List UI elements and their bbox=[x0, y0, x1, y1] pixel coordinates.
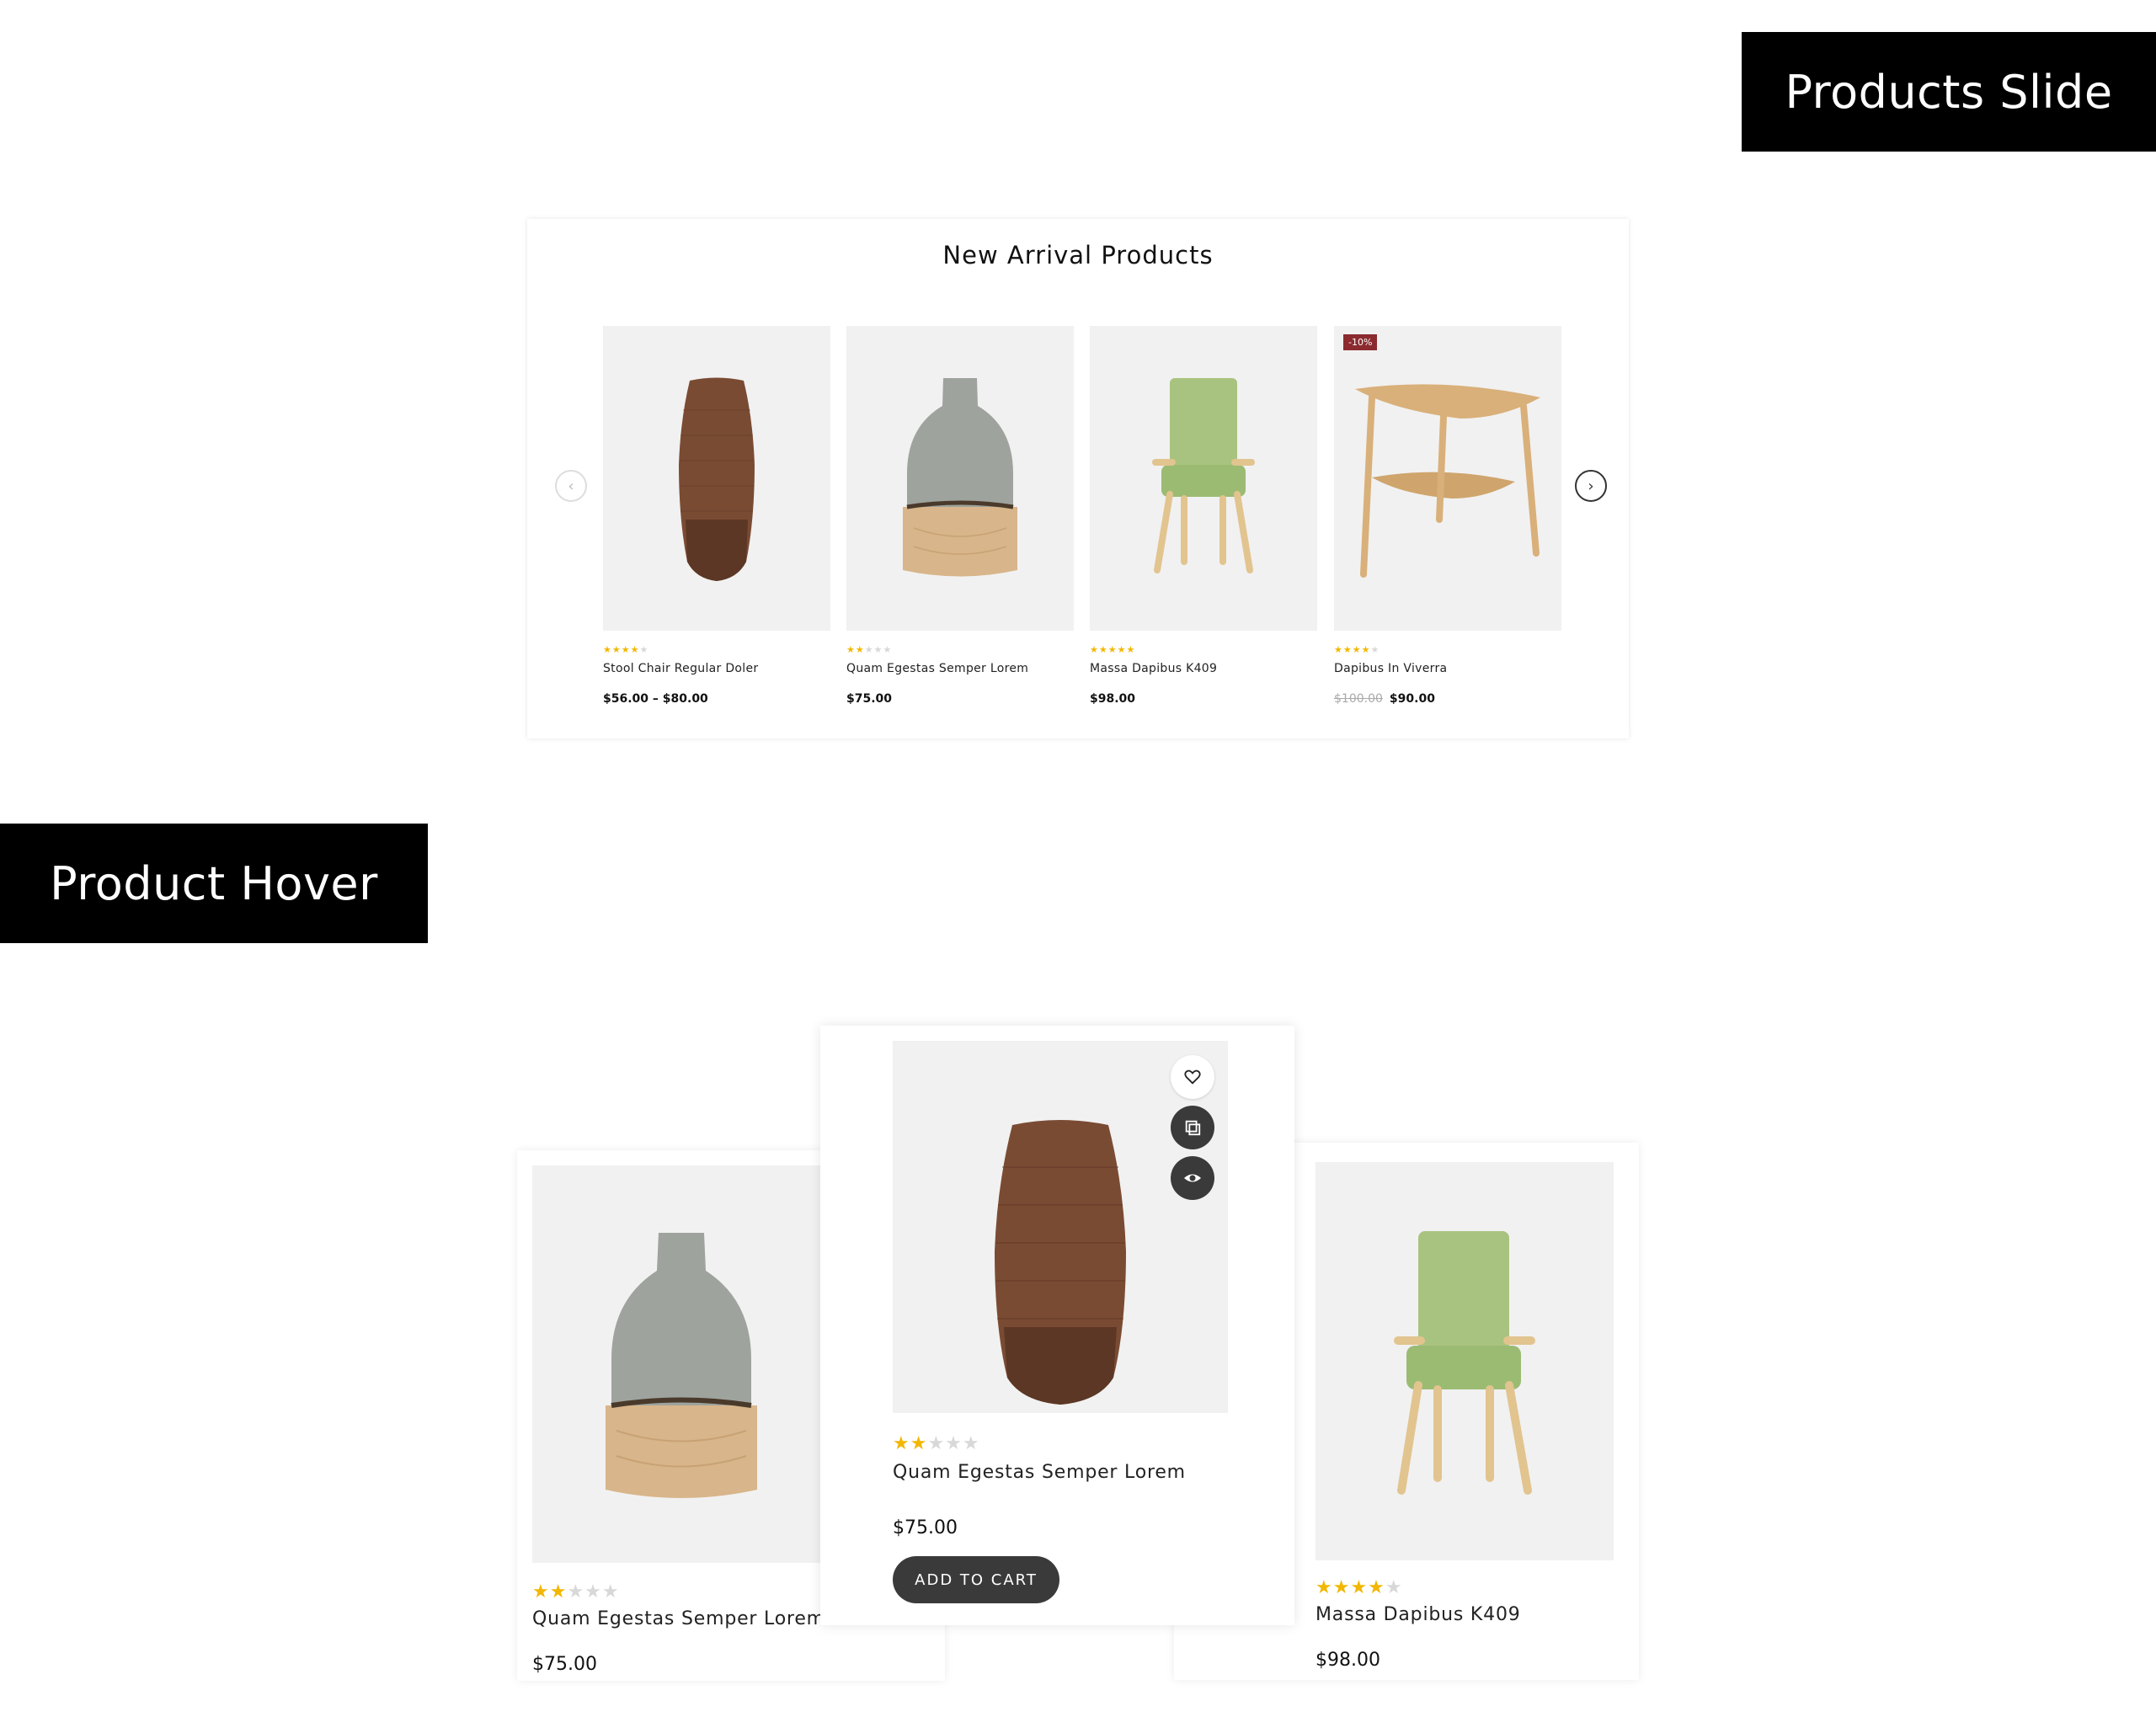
slider-prev-button[interactable]: ‹ bbox=[555, 470, 587, 502]
product-name[interactable]: Quam Egestas Semper Lorem bbox=[532, 1608, 825, 1629]
rating-stars: ★★★★★ bbox=[1334, 644, 1380, 655]
product-price: $98.00 bbox=[1315, 1650, 1380, 1671]
discount-badge: -10% bbox=[1343, 334, 1378, 350]
slider-next-button[interactable]: › bbox=[1575, 470, 1607, 502]
product-name[interactable]: Quam Egestas Semper Lorem bbox=[893, 1462, 1186, 1483]
rating-stars: ★★★★★ bbox=[1315, 1577, 1403, 1598]
product-image[interactable] bbox=[846, 326, 1074, 631]
section-label-product-hover: Product Hover bbox=[0, 824, 428, 943]
rating-stars: ★★★★★ bbox=[603, 644, 649, 655]
green-chair-image bbox=[1394, 1231, 1535, 1495]
product-card[interactable]: ★★★★★ Quam Egestas Semper Lorem $75.00 bbox=[846, 326, 1074, 706]
rating-stars: ★★★★★ bbox=[893, 1433, 980, 1454]
product-name[interactable]: Massa Dapibus K409 bbox=[1315, 1604, 1521, 1625]
product-image[interactable] bbox=[603, 326, 830, 631]
product-name[interactable]: Massa Dapibus K409 bbox=[1090, 662, 1317, 675]
product-card-hovered[interactable]: ★★★★★ Quam Egestas Semper Lorem $75.00 A… bbox=[820, 1026, 1294, 1625]
sale-price: $90.00 bbox=[1389, 692, 1435, 706]
glass-vase-image bbox=[606, 1233, 757, 1498]
green-chair-image bbox=[1152, 378, 1255, 573]
product-image[interactable]: -10% bbox=[1334, 326, 1561, 631]
quick-view-button[interactable] bbox=[1171, 1156, 1214, 1200]
glass-vase-image bbox=[903, 378, 1017, 577]
product-price: $75.00 bbox=[893, 1517, 958, 1538]
product-price: $56.00 – $80.00 bbox=[603, 692, 708, 706]
product-image[interactable] bbox=[532, 1165, 830, 1563]
compare-button[interactable] bbox=[1171, 1106, 1214, 1149]
heart-icon bbox=[1184, 1069, 1201, 1085]
section-label-products-slide: Products Slide bbox=[1742, 32, 2156, 152]
product-name[interactable]: Quam Egestas Semper Lorem bbox=[846, 662, 1074, 675]
product-card[interactable]: ★★★★★ Massa Dapibus K409 $98.00 bbox=[1090, 326, 1317, 706]
chevron-right-icon: › bbox=[1588, 477, 1594, 495]
old-price: $100.00 bbox=[1334, 692, 1383, 706]
slider-title: New Arrival Products bbox=[942, 241, 1214, 269]
product-name[interactable]: Stool Chair Regular Doler bbox=[603, 662, 830, 675]
rope-vase-image bbox=[995, 1120, 1126, 1405]
rating-stars: ★★★★★ bbox=[1090, 644, 1136, 655]
add-to-cart-button[interactable]: ADD TO CART bbox=[893, 1556, 1059, 1603]
product-price: $75.00 bbox=[846, 692, 893, 706]
side-table-image bbox=[1355, 384, 1540, 578]
rope-vase-image bbox=[679, 377, 755, 581]
product-card[interactable]: ★★★★★ Stool Chair Regular Doler $56.00 –… bbox=[603, 326, 830, 706]
product-card[interactable]: -10% ★★★★★ Dapibus In Viverra $100.00 $90… bbox=[1334, 326, 1561, 706]
product-image[interactable] bbox=[1315, 1162, 1614, 1560]
product-name[interactable]: Dapibus In Viverra bbox=[1334, 662, 1561, 675]
chevron-left-icon: ‹ bbox=[568, 477, 574, 495]
wishlist-button[interactable] bbox=[1171, 1055, 1214, 1099]
rating-stars: ★★★★★ bbox=[846, 644, 893, 655]
product-price: $98.00 bbox=[1090, 692, 1136, 706]
product-image[interactable] bbox=[893, 1041, 1228, 1413]
product-slider: New Arrival Products ‹ › ★★★★★ Stool Cha… bbox=[527, 219, 1629, 739]
compare-icon bbox=[1185, 1120, 1201, 1136]
product-price: $75.00 bbox=[532, 1654, 597, 1675]
eye-icon bbox=[1184, 1174, 1201, 1182]
product-image[interactable] bbox=[1090, 326, 1317, 631]
rating-stars: ★★★★★ bbox=[532, 1581, 620, 1602]
product-price: $100.00 $90.00 bbox=[1334, 692, 1561, 706]
